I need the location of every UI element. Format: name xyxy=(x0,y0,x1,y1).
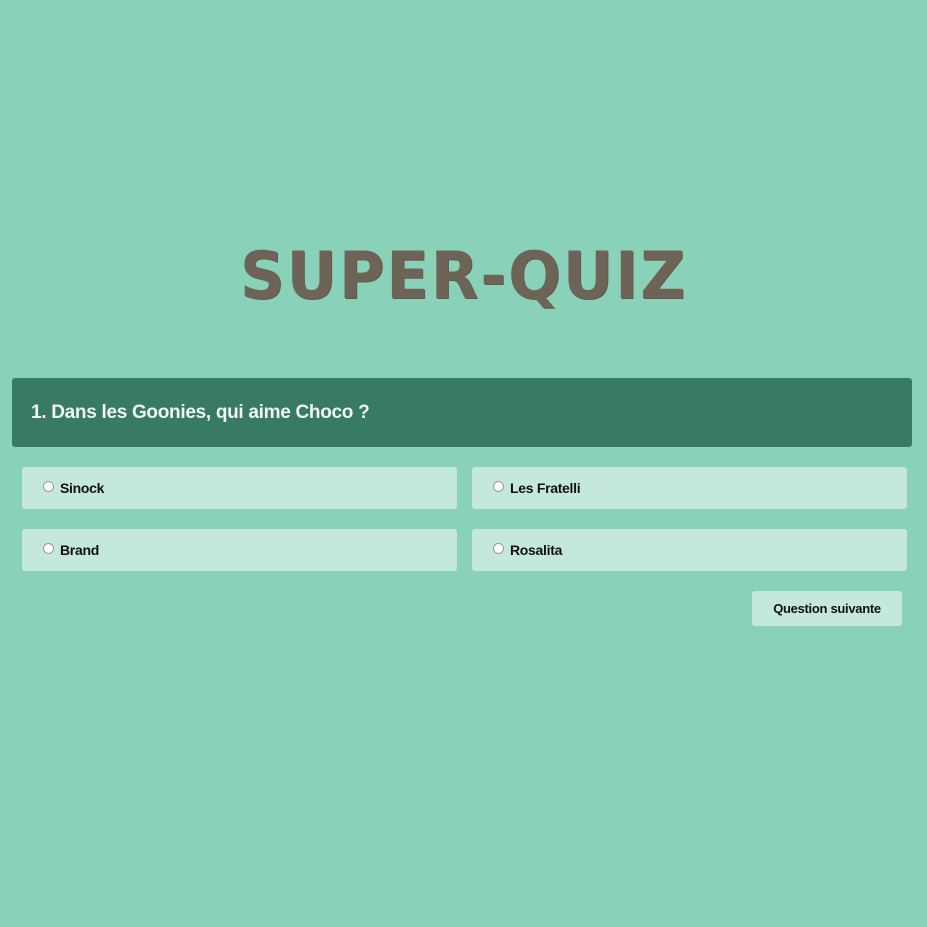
answer-option-4[interactable]: Rosalita xyxy=(472,529,907,571)
radio-button[interactable] xyxy=(493,481,504,492)
answer-label: Rosalita xyxy=(510,542,563,558)
question-text: 1. Dans les Goonies, qui aime Choco ? xyxy=(31,401,370,423)
answer-label: Brand xyxy=(60,542,99,558)
next-question-button[interactable]: Question suivante xyxy=(752,591,902,626)
answer-option-1[interactable]: Sinock xyxy=(22,467,457,509)
radio-button[interactable] xyxy=(493,543,504,554)
answer-option-2[interactable]: Les Fratelli xyxy=(472,467,907,509)
radio-button[interactable] xyxy=(43,543,54,554)
question-bar: 1. Dans les Goonies, qui aime Choco ? xyxy=(12,378,912,447)
radio-button[interactable] xyxy=(43,481,54,492)
answer-option-3[interactable]: Brand xyxy=(22,529,457,571)
answer-label: Sinock xyxy=(60,480,105,496)
page-title: SUPER-QUIZ xyxy=(239,237,688,314)
answer-label: Les Fratelli xyxy=(510,480,581,496)
